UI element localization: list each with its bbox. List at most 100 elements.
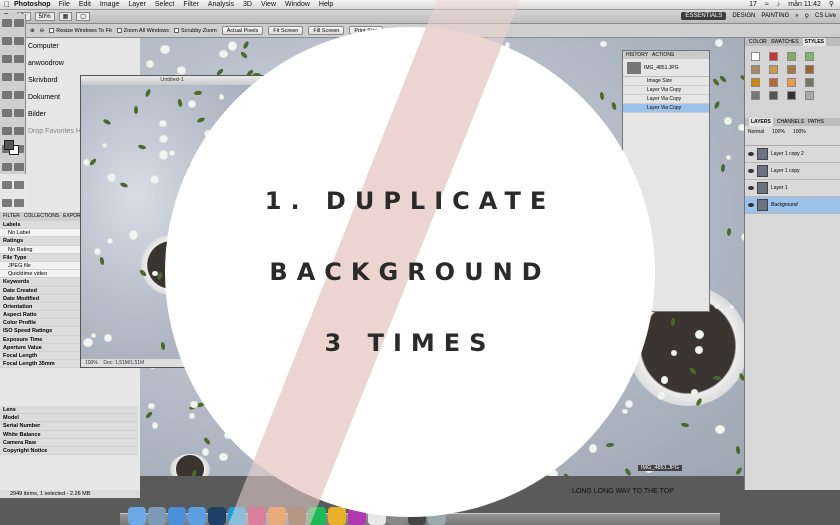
tab-swatches[interactable]: SWATCHES xyxy=(771,38,799,46)
wifi-icon[interactable]: ≈ xyxy=(765,0,769,10)
tool-icon[interactable] xyxy=(2,73,12,81)
filter-value[interactable]: No Rating xyxy=(0,245,80,254)
zoom-out-icon[interactable]: ⊖ xyxy=(40,28,45,34)
history-snapshot[interactable]: IMG_4851.JPG xyxy=(623,59,709,77)
filter-value[interactable]: JPEG file xyxy=(0,261,80,271)
tool-icon[interactable] xyxy=(14,91,24,99)
zoom-all-windows-checkbox[interactable]: Zoom All Windows xyxy=(116,28,169,34)
more-workspaces-button[interactable]: » xyxy=(795,13,798,19)
tool-icon[interactable] xyxy=(14,127,24,135)
eye-icon[interactable] xyxy=(748,203,754,207)
tool-icon[interactable] xyxy=(14,109,24,117)
blend-mode-select[interactable]: Normal xyxy=(748,129,764,142)
favorite-computer[interactable]: Computer xyxy=(26,38,140,55)
filter-category[interactable]: Model xyxy=(0,414,138,423)
tool-icon[interactable] xyxy=(2,181,12,189)
fit-screen-button[interactable]: Fit Screen xyxy=(268,26,304,35)
style-swatch[interactable] xyxy=(769,52,778,61)
volume-icon[interactable]: ♪ xyxy=(777,0,781,10)
actual-pixels-button[interactable]: Actual Pixels xyxy=(221,26,264,35)
style-swatch[interactable] xyxy=(787,65,796,74)
screen-mode-icon[interactable]: ▢ xyxy=(76,12,90,21)
dock-illustrator-icon[interactable] xyxy=(268,507,286,525)
style-swatch[interactable] xyxy=(769,78,778,87)
style-swatch[interactable] xyxy=(805,91,814,100)
style-swatch[interactable] xyxy=(787,78,796,87)
filter-category[interactable]: Date Created xyxy=(0,286,80,295)
history-state[interactable]: Image Size xyxy=(623,77,709,86)
opacity-field[interactable]: 100% xyxy=(772,129,785,142)
menu-window[interactable]: Window xyxy=(285,0,310,10)
print-size-button[interactable]: Print Size xyxy=(349,26,383,35)
filter-value[interactable]: No Label xyxy=(0,229,80,238)
filter-category[interactable]: ISO Speed Ratings xyxy=(0,327,80,336)
dock-itunes-icon[interactable] xyxy=(348,507,366,525)
dock-skype-icon[interactable] xyxy=(228,507,246,525)
dock-photoshop-icon[interactable] xyxy=(208,507,226,525)
dock-bridge-icon[interactable] xyxy=(288,507,306,525)
tool-icon[interactable] xyxy=(2,127,12,135)
tab-collections[interactable]: COLLECTIONS xyxy=(24,212,59,221)
zoom-select[interactable]: 50% xyxy=(34,12,55,21)
tool-icon[interactable] xyxy=(2,163,12,171)
history-state[interactable]: Layer Via Copy xyxy=(623,104,709,113)
filter-category[interactable]: Copyright Notice xyxy=(0,446,138,456)
menu-file[interactable]: File xyxy=(59,0,70,10)
layer-row[interactable]: Layer 1 xyxy=(745,180,840,197)
document-title[interactable]: Untitled-1 xyxy=(81,76,263,85)
tool-icon[interactable] xyxy=(2,55,12,63)
filter-category[interactable]: Lens xyxy=(0,406,138,415)
dock-safari-icon[interactable] xyxy=(168,507,186,525)
tool-icon[interactable] xyxy=(2,37,12,45)
dock-trash-icon[interactable] xyxy=(428,507,446,525)
filter-category[interactable]: Focal Length 35mm xyxy=(0,360,80,369)
tab-paths[interactable]: PATHS xyxy=(808,118,824,126)
style-swatch[interactable] xyxy=(787,91,796,100)
tab-styles[interactable]: STYLES xyxy=(802,38,827,46)
zoom-in-icon[interactable]: ⊕ xyxy=(30,28,35,34)
eye-icon[interactable] xyxy=(748,152,754,156)
dock-app-store-icon[interactable] xyxy=(188,507,206,525)
document-info[interactable]: Doc: 1,51M/1,51M xyxy=(103,360,144,366)
tool-icon[interactable] xyxy=(14,199,24,207)
tool-icon[interactable] xyxy=(2,109,12,117)
filter-category[interactable]: Keywords xyxy=(0,278,80,287)
spotlight-icon[interactable]: ⚲ xyxy=(829,0,834,10)
menu-edit[interactable]: Edit xyxy=(79,0,91,10)
style-swatch[interactable] xyxy=(805,78,814,87)
tool-icon[interactable] xyxy=(14,163,24,171)
menu-view[interactable]: View xyxy=(261,0,276,10)
tab-actions[interactable]: ACTIONS xyxy=(652,51,674,59)
fill-field[interactable]: 100% xyxy=(793,129,806,142)
filter-category[interactable]: Date Modified xyxy=(0,294,80,303)
tool-icon[interactable] xyxy=(14,55,24,63)
apple-icon[interactable]:  xyxy=(0,0,14,10)
tool-icon[interactable] xyxy=(14,73,24,81)
scrubby-zoom-checkbox[interactable]: Scrubby Zoom xyxy=(174,28,217,34)
filter-category[interactable]: Orientation xyxy=(0,302,80,312)
tab-color[interactable]: COLOR xyxy=(749,38,767,46)
dock-indesign-icon[interactable] xyxy=(248,507,266,525)
layer-row[interactable]: Layer 1 copy 2 xyxy=(745,146,840,163)
filter-category[interactable]: Color Profile xyxy=(0,319,80,328)
fill-screen-button[interactable]: Fill Screen xyxy=(308,26,345,35)
eye-icon[interactable] xyxy=(748,169,754,173)
tool-icon[interactable] xyxy=(14,181,24,189)
menu-app-name[interactable]: Photoshop xyxy=(14,0,51,10)
filter-category[interactable]: Ratings xyxy=(0,237,80,246)
style-swatch[interactable] xyxy=(751,52,760,61)
style-swatch[interactable] xyxy=(751,91,760,100)
tab-layers[interactable]: LAYERS xyxy=(749,118,773,126)
document-zoom[interactable]: 100% xyxy=(85,360,98,366)
filter-category[interactable]: Aspect Ratio xyxy=(0,311,80,320)
history-state[interactable]: Layer Via Copy xyxy=(623,86,709,95)
tool-icon[interactable] xyxy=(2,199,12,207)
filter-category[interactable]: Labels xyxy=(0,221,80,230)
menu-help[interactable]: Help xyxy=(319,0,333,10)
favorite-user[interactable]: anwoodrow xyxy=(26,55,140,72)
tool-icon[interactable] xyxy=(14,19,24,27)
menu-3d[interactable]: 3D xyxy=(243,0,252,10)
filter-category[interactable]: White Balance xyxy=(0,430,138,439)
workspace-design[interactable]: DESIGN xyxy=(732,13,755,19)
dock-spotify-icon[interactable] xyxy=(308,507,326,525)
